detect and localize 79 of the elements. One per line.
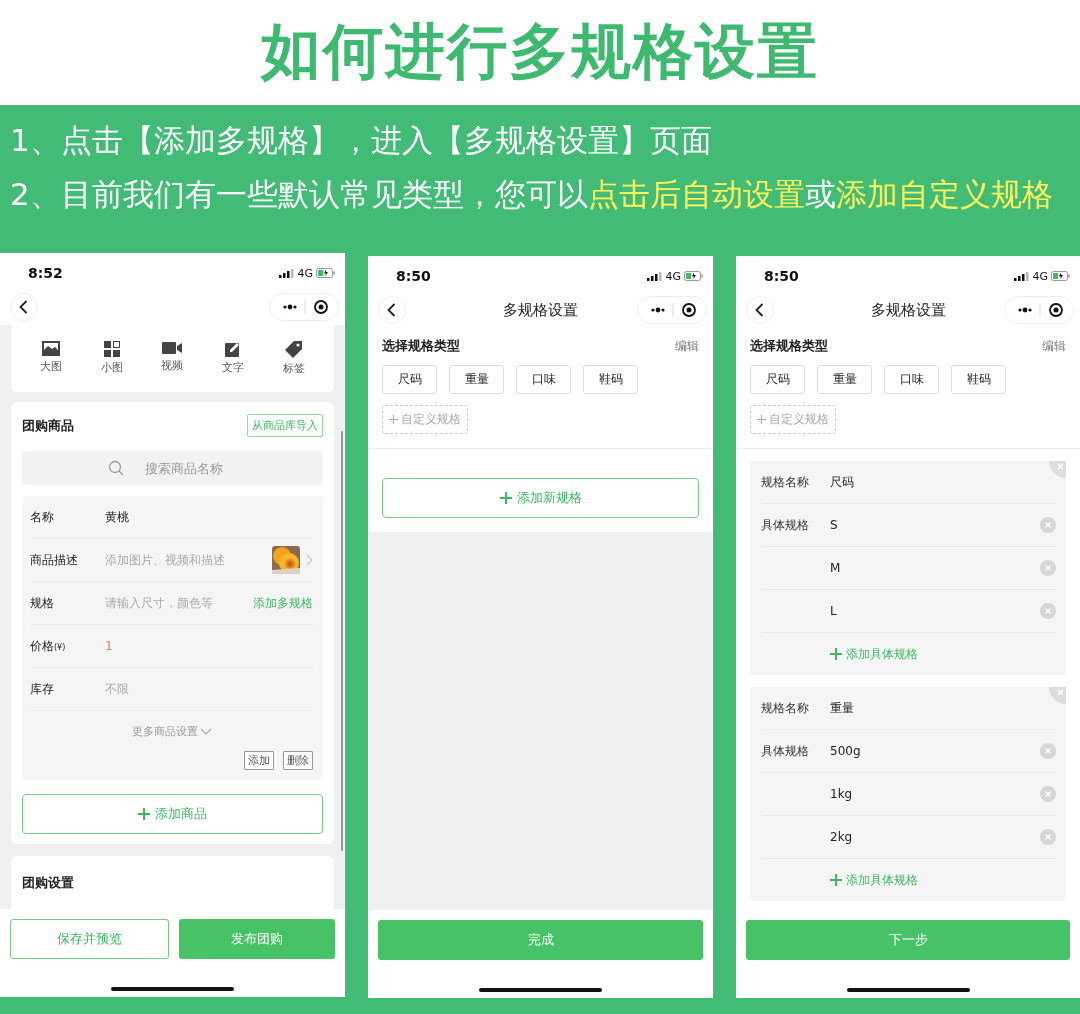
spec-type-chip[interactable]: 尺码 (750, 365, 805, 394)
plus-icon (757, 415, 766, 424)
plus-icon (138, 808, 150, 820)
network-label: 4G (1032, 269, 1048, 283)
spec-name-field[interactable]: 尺码 (830, 473, 1056, 491)
field-label: 商品描述 (30, 551, 79, 569)
instruction-text: 2、目前我们有一些默认常见类型，您可以点击后自动设置或添加自定义规格 (10, 175, 1054, 214)
item-action-button[interactable]: 删除 (283, 751, 313, 770)
network-label: 4G (297, 266, 313, 280)
field-input[interactable]: 添加图片、视频和描述 (105, 553, 272, 567)
search-icon (108, 460, 124, 476)
back-button[interactable] (746, 296, 774, 324)
field-label: 具体规格 (761, 742, 810, 760)
signal-icon (1014, 271, 1030, 281)
tag-icon[interactable] (285, 341, 303, 358)
plus-icon (830, 874, 842, 886)
spec-value-field[interactable]: 2kg (830, 830, 1040, 844)
tool-label[interactable]: 标签 (282, 361, 305, 376)
instruction-text: 1、点击【添加多规格】，进入【多规格设置】页面 (10, 121, 713, 160)
field-input[interactable]: 不限 (105, 682, 313, 696)
battery-icon (1051, 271, 1070, 281)
spec-type-chip[interactable]: 重量 (449, 365, 504, 394)
signal-icon (647, 271, 663, 281)
spec-value-field[interactable]: S (830, 518, 1040, 532)
field-label: 价格(¥) (30, 637, 67, 655)
screen-title: 多规格设置 (870, 300, 946, 320)
tool-label[interactable]: 视频 (161, 358, 184, 373)
plus-icon (830, 648, 842, 660)
spec-type-chip[interactable]: 尺码 (382, 365, 437, 394)
field-value[interactable]: 黄桃 (105, 508, 313, 526)
item-action-button[interactable]: 添加 (244, 751, 274, 770)
back-button[interactable] (10, 293, 38, 321)
spec-value-field[interactable]: L (830, 604, 1040, 618)
spec-value-field[interactable]: M (830, 561, 1040, 575)
section-title: 团购设置 (22, 875, 74, 890)
status-time: 8:50 (396, 268, 431, 284)
field-label: 库存 (30, 680, 55, 698)
grid-icon[interactable] (103, 341, 120, 357)
image-icon[interactable] (42, 341, 61, 356)
section-title: 选择规格类型 (750, 338, 828, 355)
screen-title: 多规格设置 (503, 300, 578, 320)
section-title: 选择规格类型 (382, 338, 460, 355)
network-label: 4G (665, 269, 681, 283)
status-time: 8:52 (28, 265, 63, 281)
spec-type-chip[interactable]: 鞋码 (951, 365, 1006, 394)
video-icon[interactable] (162, 341, 183, 355)
menu-capsule-icon[interactable] (1004, 296, 1074, 324)
field-label: 规格名称 (761, 473, 810, 491)
back-button[interactable] (378, 296, 406, 324)
section-title: 团购商品 (22, 416, 74, 435)
tool-label[interactable]: 大图 (40, 359, 63, 374)
spec-value-field[interactable]: 500g (830, 744, 1040, 758)
spec-type-chip[interactable]: 鞋码 (583, 365, 638, 394)
plus-icon (499, 492, 512, 504)
edit-icon[interactable] (225, 341, 242, 357)
spec-value-field[interactable]: 1kg (830, 787, 1040, 801)
tool-label[interactable]: 小图 (100, 360, 123, 375)
spec-name-field[interactable]: 重量 (830, 699, 1056, 717)
edit-link[interactable]: 编辑 (1042, 338, 1066, 355)
battery-icon (684, 271, 703, 281)
spec-type-chip[interactable]: 重量 (817, 365, 872, 394)
edit-link[interactable]: 编辑 (675, 338, 699, 355)
menu-capsule-icon[interactable] (269, 293, 339, 321)
spec-type-chip[interactable]: 口味 (884, 365, 939, 394)
tool-label[interactable]: 文字 (222, 360, 245, 375)
status-time: 8:50 (764, 268, 799, 284)
spec-type-chip[interactable]: 口味 (516, 365, 571, 394)
page-title: 如何进行多规格设置 (261, 15, 819, 88)
field-label: 名称 (30, 508, 55, 526)
battery-icon (316, 268, 335, 278)
plus-icon (389, 415, 398, 424)
field-label: 规格名称 (761, 699, 810, 717)
field-input[interactable]: 请输入尺寸，颜色等 (105, 596, 253, 610)
field-label: 规格 (30, 594, 55, 612)
search-field[interactable]: 搜索商品名称 (22, 451, 323, 485)
menu-capsule-icon[interactable] (637, 296, 707, 324)
field-label: 具体规格 (761, 516, 810, 534)
signal-icon (279, 268, 295, 278)
chevron-right-icon (306, 554, 313, 566)
